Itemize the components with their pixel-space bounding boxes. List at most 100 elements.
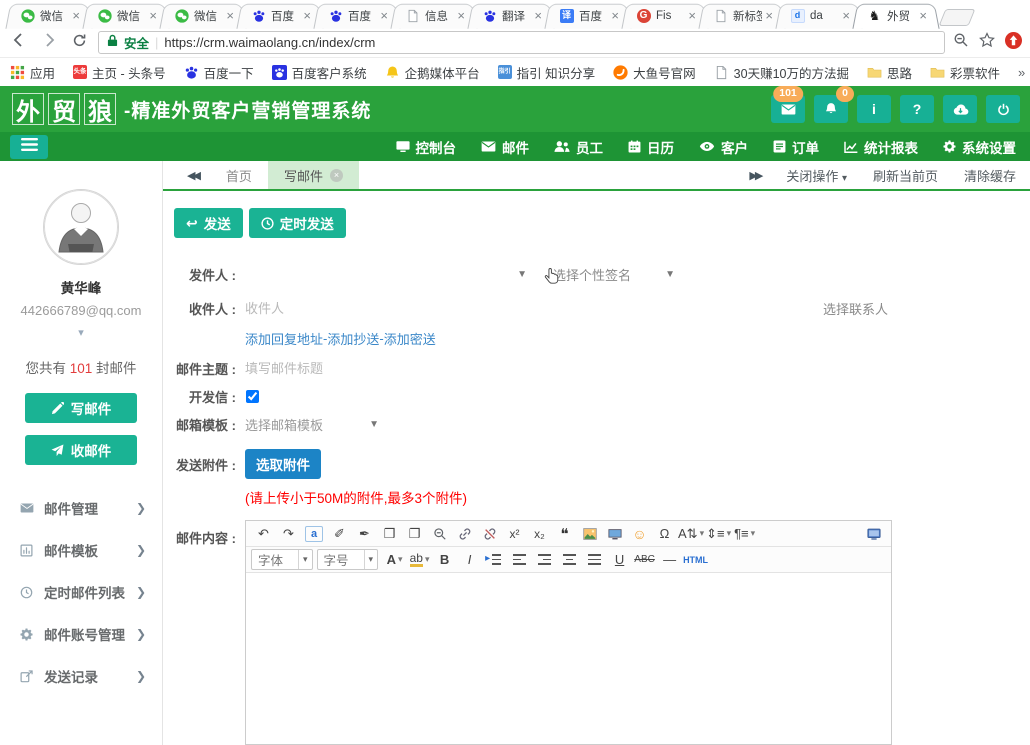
nav-item[interactable]: 订单	[773, 137, 819, 157]
bookmark-item[interactable]: 企鹅媒体平台	[385, 63, 480, 82]
zoom-out-icon[interactable]	[953, 32, 969, 53]
search-replace-button[interactable]	[428, 523, 451, 544]
from-select[interactable]: ▼	[245, 262, 527, 286]
nav-item[interactable]: 控制台	[396, 137, 457, 157]
sidebar-menu-item[interactable]: 邮件管理 ❯	[0, 487, 162, 529]
highlight-color-button[interactable]: ab▾	[408, 549, 431, 570]
indent-button[interactable]	[483, 549, 506, 570]
add-address-link[interactable]: 添加密送	[384, 329, 436, 348]
devletter-checkbox[interactable]	[246, 390, 259, 403]
mail-template-select[interactable]: 选择邮箱模板 ▼	[245, 415, 379, 434]
browser-tab[interactable]: 百度 ×	[239, 3, 321, 28]
user-caret-down-icon[interactable]: ▾	[0, 326, 162, 339]
bookmark-item[interactable]: 思路	[867, 63, 912, 82]
tab-close-icon[interactable]: ×	[919, 9, 927, 22]
subject-input[interactable]	[245, 361, 545, 376]
address-bar[interactable]: 安全 | https://crm.waimaolang.cn/index/crm	[98, 31, 945, 54]
help-button[interactable]: ?	[900, 95, 934, 123]
tab-close-icon[interactable]: ×	[765, 9, 773, 22]
tabs-scroll-right-icon[interactable]: ▶▶	[749, 169, 760, 182]
to-input[interactable]	[245, 301, 545, 316]
send-button[interactable]: ↩ 发送	[174, 208, 243, 238]
paste-button[interactable]: ❐	[403, 523, 426, 544]
paste-as-text-button[interactable]: ❒	[378, 523, 401, 544]
browser-update-icon[interactable]	[1005, 32, 1022, 54]
align-left-button[interactable]	[508, 549, 531, 570]
tab-close-icon[interactable]: ×	[330, 169, 343, 182]
bookmark-star-icon[interactable]	[979, 32, 995, 53]
tab-close-icon[interactable]: ×	[303, 9, 311, 22]
sidebar-menu-item[interactable]: 邮件模板 ❯	[0, 529, 162, 571]
italic-button[interactable]: I	[458, 549, 481, 570]
info-button[interactable]: i	[857, 95, 891, 123]
bookmark-item[interactable]: 彩票软件	[930, 63, 1000, 82]
subscript-button[interactable]: x₂	[528, 523, 551, 544]
sidebar-menu-item[interactable]: 邮件账号管理 ❯	[0, 613, 162, 655]
sidebar-menu-item[interactable]: 定时邮件列表 ❯	[0, 571, 162, 613]
browser-tab[interactable]: d da ×	[778, 3, 860, 28]
nav-item[interactable]: 日历	[628, 137, 674, 157]
add-address-link[interactable]: 添加抄送	[327, 329, 379, 348]
choose-contacts-link[interactable]: 选择联系人	[823, 299, 892, 318]
insert-media-button[interactable]	[603, 523, 626, 544]
browser-tab[interactable]: ♞ 外贸 ×	[855, 3, 937, 28]
tab-close-icon[interactable]: ×	[380, 9, 388, 22]
signature-select[interactable]: 选择个性签名 ▼	[553, 262, 675, 286]
tabbar-action[interactable]: 清除缓存	[964, 166, 1016, 185]
tab-close-icon[interactable]: ×	[611, 9, 619, 22]
browser-tab[interactable]: 百度 ×	[316, 3, 398, 28]
underline-button[interactable]: U	[608, 549, 631, 570]
paragraph-format-button[interactable]: ¶≡▾	[733, 523, 756, 544]
format-painter-button[interactable]: ✒	[353, 523, 376, 544]
letter-spacing-button[interactable]: A⇅▾	[678, 523, 704, 544]
bookmark-item[interactable]: 应用	[10, 63, 55, 82]
notifications-button[interactable]: 0	[814, 95, 848, 123]
html-source-button[interactable]: HTML	[683, 549, 708, 570]
nav-item[interactable]: 统计报表	[844, 137, 918, 157]
receive-mail-button[interactable]: 收邮件	[25, 435, 137, 465]
font-family-select[interactable]: 字体 ▾	[251, 549, 313, 570]
blockquote-button[interactable]: ❝	[553, 523, 576, 544]
browser-tab[interactable]: 新标签 ×	[701, 3, 783, 28]
bookmark-item[interactable]: 大鱼号官网	[613, 63, 696, 82]
bookmark-item[interactable]: 百度客户系统	[272, 63, 367, 82]
bookmark-item[interactable]: 指引 指引 知识分享	[498, 63, 595, 82]
browser-tab[interactable]: G Fis ×	[624, 3, 706, 28]
browser-tab[interactable]: 译 百度 ×	[547, 3, 629, 28]
browser-tab[interactable]: 翻译 ×	[470, 3, 552, 28]
redo-button[interactable]: ↷	[277, 523, 300, 544]
new-tab-button[interactable]	[939, 9, 976, 26]
insert-image-button[interactable]	[578, 523, 601, 544]
horizontal-rule-button[interactable]: —	[658, 549, 681, 570]
avatar[interactable]	[43, 189, 119, 265]
justify-button[interactable]	[583, 549, 606, 570]
editor-content-area[interactable]	[246, 573, 891, 744]
forward-button[interactable]	[38, 32, 60, 54]
tabs-scroll-left-icon[interactable]: ◀◀	[175, 161, 210, 189]
browser-tab[interactable]: 信息 ×	[393, 3, 475, 28]
font-size-select[interactable]: 字号 ▾	[317, 549, 379, 570]
page-tab[interactable]: 首页	[210, 161, 268, 189]
cloud-backup-button[interactable]	[943, 95, 977, 123]
superscript-button[interactable]: x²	[503, 523, 526, 544]
font-color-button[interactable]: A▾	[383, 549, 406, 570]
eraser-button[interactable]: ✐	[328, 523, 351, 544]
page-tab[interactable]: 写邮件 ×	[268, 161, 359, 189]
align-center-button[interactable]	[558, 549, 581, 570]
messages-button[interactable]: 101	[771, 95, 805, 123]
bookmarks-overflow-icon[interactable]: »	[1018, 65, 1025, 80]
tab-close-icon[interactable]: ×	[457, 9, 465, 22]
nav-item[interactable]: 系统设置	[943, 137, 1016, 157]
align-right-button[interactable]	[533, 549, 556, 570]
bookmark-item[interactable]: 头条 主页 - 头条号	[73, 63, 166, 82]
emoji-button[interactable]: ☺	[628, 523, 651, 544]
sidebar-menu-item[interactable]: 发送记录 ❯	[0, 655, 162, 697]
tabbar-action[interactable]: 刷新当前页	[873, 166, 938, 185]
reload-button[interactable]	[68, 32, 90, 54]
tab-close-icon[interactable]: ×	[226, 9, 234, 22]
strikethrough-button[interactable]: ABC	[633, 549, 656, 570]
back-button[interactable]	[8, 32, 30, 54]
insert-link-button[interactable]	[453, 523, 476, 544]
undo-button[interactable]: ↶	[252, 523, 275, 544]
auto-typeset-button[interactable]: a	[305, 526, 323, 542]
